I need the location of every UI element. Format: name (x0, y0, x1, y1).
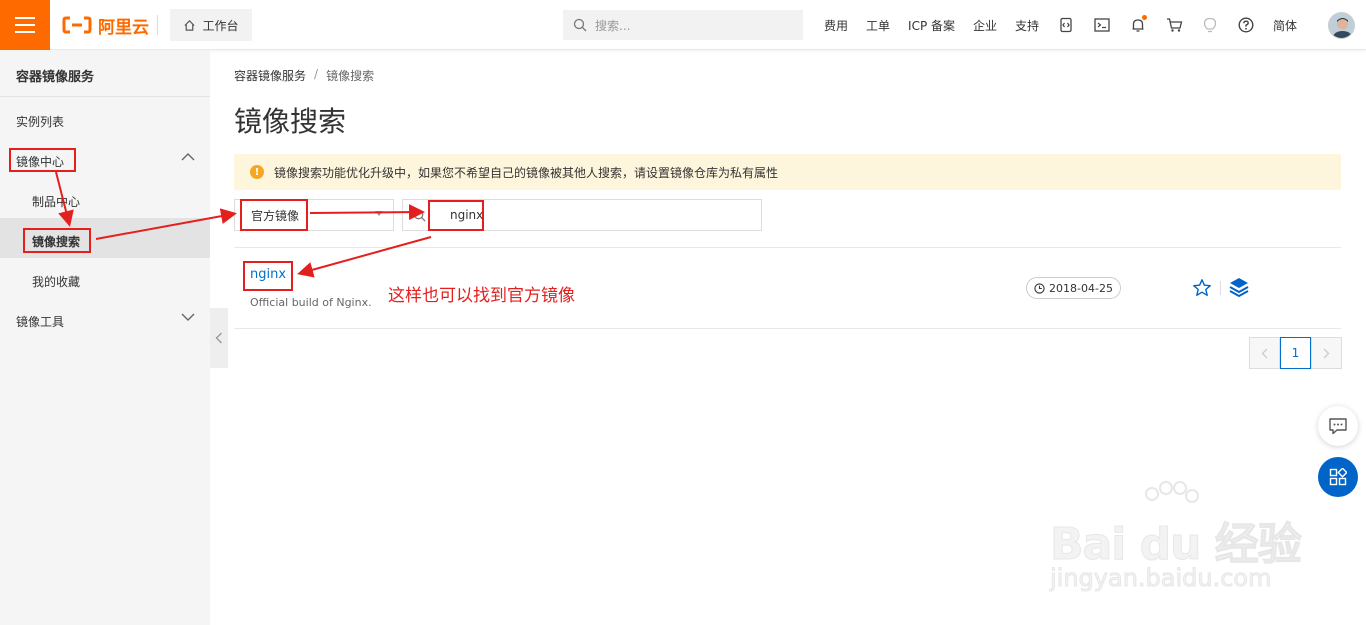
sidebar-item-mirror-tools[interactable]: 镜像工具 (16, 313, 64, 330)
sidebar-divider (0, 96, 210, 97)
layers-icon (1229, 278, 1249, 298)
sidebar-item-instances[interactable]: 实例列表 (16, 113, 64, 130)
search-icon (573, 18, 587, 32)
user-avatar-icon (1329, 13, 1354, 38)
annotation-box-mirror-center (9, 148, 76, 172)
chevron-left-icon (1261, 348, 1268, 358)
lightbulb-icon[interactable] (1192, 17, 1228, 34)
user-avatar[interactable] (1328, 12, 1355, 39)
language-switch[interactable]: 简体 (1264, 17, 1306, 34)
sidebar-collapse-toggle[interactable] (210, 308, 228, 368)
topbar-right-nav: 费用 工单 ICP 备案 企业 支持 简体 (815, 0, 1306, 50)
brand-name: 阿里云 (98, 17, 149, 38)
breadcrumb: 容器镜像服务 / 镜像搜索 (234, 67, 374, 84)
result-date-badge: 2018-04-25 (1026, 277, 1121, 299)
results-list-top-border (234, 247, 1341, 248)
sidebar-title: 容器镜像服务 (16, 70, 95, 85)
nav-support[interactable]: 支持 (1006, 17, 1048, 34)
nav-icp[interactable]: ICP 备案 (899, 17, 964, 34)
chat-icon (1329, 418, 1347, 435)
global-search-input[interactable]: 搜索... (563, 10, 803, 40)
aliyun-logo[interactable]: 阿里云 (62, 13, 149, 38)
annotation-box-source-select (240, 199, 308, 231)
chevron-up-icon[interactable] (181, 151, 195, 165)
action-divider (1220, 281, 1221, 295)
caret-down-icon (375, 211, 383, 216)
watermark-main: Bai du 经验 (1050, 519, 1303, 571)
chevron-down-icon[interactable] (181, 311, 195, 325)
breadcrumb-separator: / (314, 67, 319, 81)
aliyun-logo-icon (62, 16, 92, 34)
top-navbar: 阿里云 工作台 搜索... 费用 工单 ICP 备案 企业 支持 简体 (0, 0, 1366, 50)
nav-enterprise[interactable]: 企业 (964, 17, 1006, 34)
nav-billing[interactable]: 费用 (815, 17, 857, 34)
code-icon[interactable] (1048, 17, 1084, 33)
annotation-box-search-input (428, 200, 484, 231)
result-repo-description: Official build of Nginx. (250, 296, 372, 309)
workbench-label: 工作台 (202, 18, 239, 33)
star-icon (1193, 279, 1211, 296)
page-title: 镜像搜索 (234, 105, 347, 138)
hamburger-menu-button[interactable] (0, 0, 50, 50)
notice-banner: ! 镜像搜索功能优化升级中，如果您不希望自己的镜像被其他人搜索，请设置镜像仓库为… (234, 154, 1341, 190)
warning-icon: ! (250, 165, 264, 179)
breadcrumb-root[interactable]: 容器镜像服务 (234, 67, 306, 84)
favorite-star-button[interactable] (1192, 278, 1212, 298)
logo-divider (157, 15, 158, 35)
baidu-jingyan-watermark: Bai du 经验 jingyan.baidu.com (1045, 480, 1305, 595)
notice-text: 镜像搜索功能优化升级中，如果您不希望自己的镜像被其他人搜索，请设置镜像仓库为私有… (274, 165, 779, 180)
watermark-sub: jingyan.baidu.com (1049, 564, 1272, 593)
prev-page-button[interactable] (1249, 337, 1280, 369)
cart-icon[interactable] (1156, 17, 1192, 33)
home-icon (184, 19, 196, 31)
result-date: 2018-04-25 (1049, 281, 1113, 295)
search-placeholder: 搜索... (595, 18, 631, 33)
terminal-icon[interactable] (1084, 18, 1120, 32)
workbench-button[interactable]: 工作台 (170, 9, 252, 41)
layers-button[interactable] (1228, 276, 1250, 298)
page-button-current[interactable]: 1 (1280, 337, 1311, 369)
sidebar: 容器镜像服务 实例列表 镜像中心 制品中心 镜像搜索 我的收藏 镜像工具 (0, 50, 210, 625)
next-page-button[interactable] (1311, 337, 1342, 369)
chevron-left-icon (215, 332, 222, 344)
help-icon[interactable] (1228, 17, 1264, 33)
notification-dot (1142, 15, 1148, 20)
chevron-right-icon (1323, 348, 1330, 358)
nav-tickets[interactable]: 工单 (857, 17, 899, 34)
search-icon (413, 209, 426, 221)
results-list-bottom-border (234, 328, 1341, 329)
sidebar-item-my-favorites[interactable]: 我的收藏 (32, 273, 80, 290)
apps-grid-icon (1329, 468, 1347, 486)
annotation-text: 这样也可以找到官方镜像 (388, 286, 575, 306)
feedback-chat-button[interactable] (1318, 406, 1358, 446)
breadcrumb-current: 镜像搜索 (326, 69, 375, 83)
bell-icon[interactable] (1120, 15, 1156, 33)
apps-grid-button[interactable] (1318, 457, 1358, 497)
sidebar-item-artifact-center[interactable]: 制品中心 (32, 193, 80, 210)
pagination: 1 (1249, 337, 1342, 369)
clock-icon (1034, 282, 1045, 294)
annotation-box-mirror-search (23, 228, 91, 253)
annotation-box-result-name (243, 261, 293, 291)
